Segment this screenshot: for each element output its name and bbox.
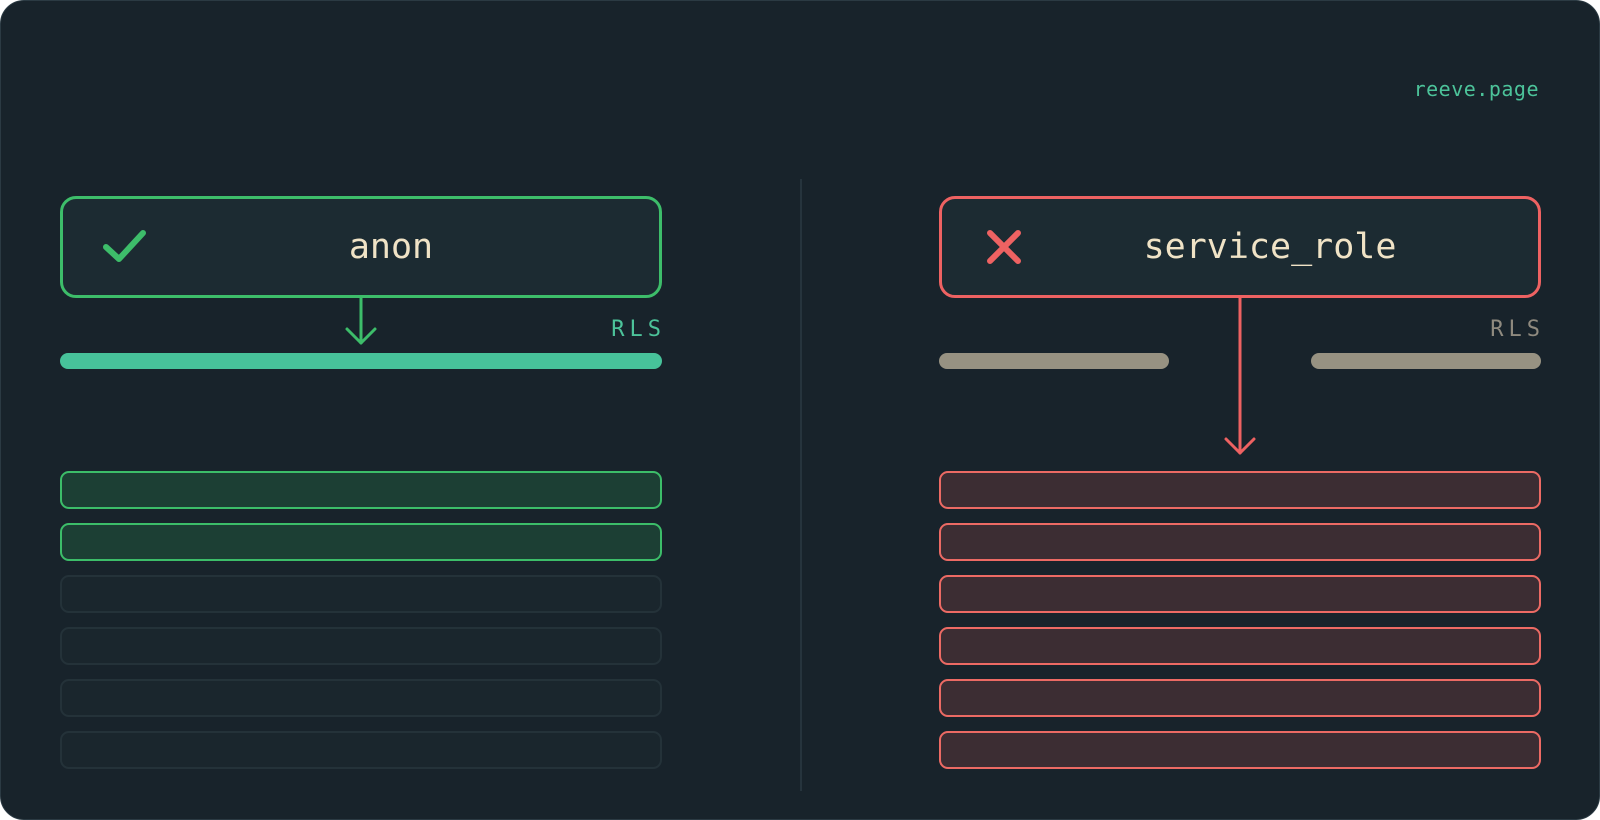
panel-divider <box>800 179 802 791</box>
table-row[interactable] <box>60 523 662 561</box>
table-row <box>60 731 662 769</box>
diagram-card: reeve.page anon RLS service_role RLS <box>0 0 1600 820</box>
table-row[interactable] <box>939 575 1541 613</box>
table-row <box>60 627 662 665</box>
table-row <box>60 575 662 613</box>
table-row[interactable] <box>939 523 1541 561</box>
panel-service-role: service_role RLS <box>939 1 1541 819</box>
table-row[interactable] <box>939 471 1541 509</box>
table-row <box>60 679 662 717</box>
table-row[interactable] <box>939 731 1541 769</box>
rls-label-anon: RLS <box>611 317 666 342</box>
table-row[interactable] <box>939 679 1541 717</box>
arrow-down-icon <box>345 296 377 345</box>
table-row[interactable] <box>939 627 1541 665</box>
rls-barrier-enforced <box>60 353 662 369</box>
panel-anon: anon RLS <box>60 1 662 819</box>
table-row[interactable] <box>60 471 662 509</box>
arrow-down-icon <box>1224 296 1256 455</box>
